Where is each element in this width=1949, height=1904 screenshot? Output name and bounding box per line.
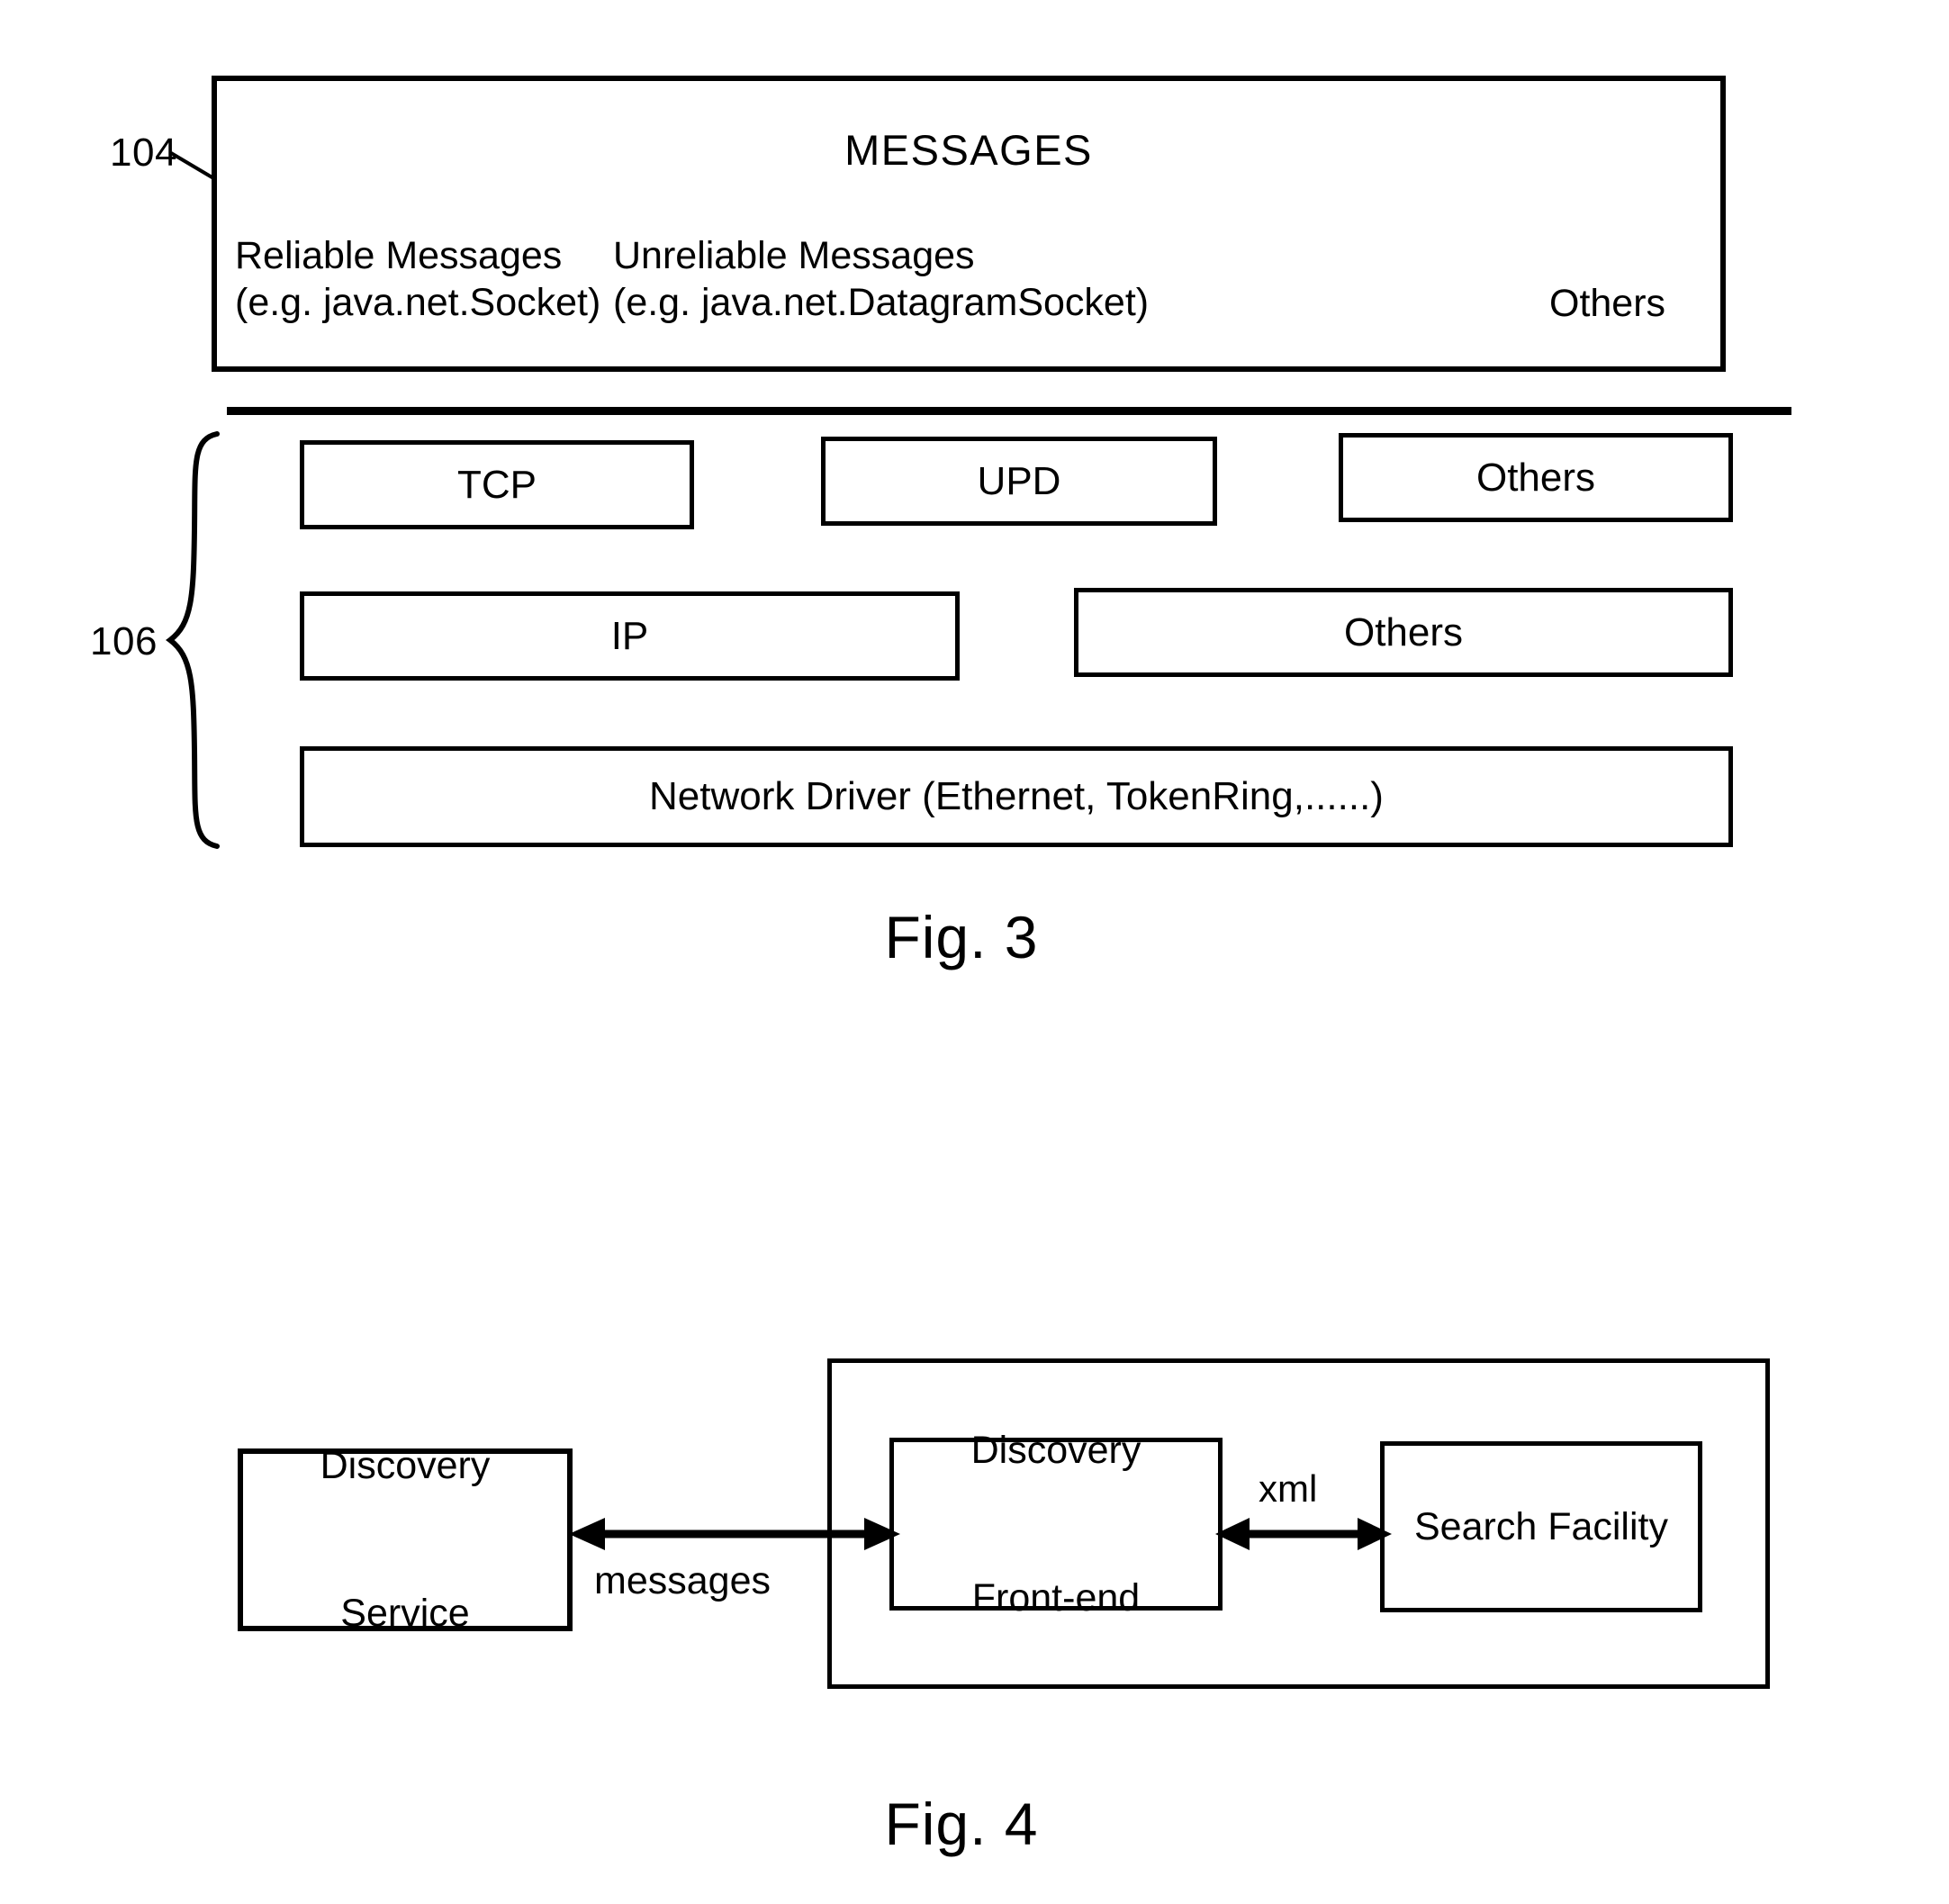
protocol-box-others-network-label: Others — [1343, 609, 1464, 654]
protocol-box-ip: IP — [300, 591, 960, 681]
layer-divider-line — [227, 407, 1791, 415]
others-messages-column: Others — [1549, 280, 1665, 327]
protocol-box-udp-label: UPD — [977, 458, 1061, 503]
xml-arrow — [1215, 1518, 1392, 1550]
discovery-service-label: Discovery Service — [320, 1343, 491, 1737]
protocol-box-others-network: Others — [1074, 588, 1733, 677]
protocol-box-network-driver: Network Driver (Ethernet, TokenRing,....… — [300, 746, 1733, 847]
search-facility-label: Search Facility — [1414, 1504, 1668, 1548]
reliable-messages-label: Reliable Messages — [235, 234, 563, 277]
discovery-front-end-label-line2: Front-end — [971, 1575, 1141, 1620]
protocol-box-tcp-label: TCP — [457, 462, 537, 507]
reference-numeral-106: 106 — [90, 619, 158, 663]
discovery-front-end-box: Discovery Front-end — [889, 1429, 1223, 1620]
discovery-service-label-line2: Service — [340, 1592, 470, 1636]
xml-arrow-label: xml — [1259, 1467, 1318, 1510]
protocol-box-udp: UPD — [821, 437, 1217, 526]
reliable-messages-column: Reliable Messages (e.g. java.net.Socket) — [235, 232, 600, 327]
discovery-front-end-label: Discovery Front-end — [971, 1328, 1141, 1721]
others-messages-label: Others — [1549, 282, 1666, 325]
protocol-box-network-driver-label: Network Driver (Ethernet, TokenRing,....… — [649, 774, 1384, 819]
messages-arrow-label: messages — [594, 1559, 771, 1602]
messages-arrow — [569, 1518, 900, 1550]
unreliable-messages-example: (e.g. java.net.DatagramSocket) — [613, 281, 1150, 325]
discovery-service-box: Discovery Service — [238, 1444, 573, 1635]
curly-brace-106 — [166, 431, 220, 849]
unreliable-messages-label: Unreliable Messages — [613, 234, 975, 277]
figure-3-caption: Fig. 3 — [884, 904, 1039, 970]
protocol-box-others-transport-label: Others — [1475, 455, 1596, 500]
reliable-messages-example: (e.g. java.net.Socket) — [235, 281, 601, 325]
search-facility-box: Search Facility — [1380, 1441, 1702, 1612]
unreliable-messages-column: Unreliable Messages (e.g. java.net.Datag… — [613, 232, 1149, 327]
reference-numeral-104: 104 — [110, 131, 177, 175]
messages-title: MESSAGES — [844, 126, 1093, 174]
protocol-box-others-transport: Others — [1339, 433, 1733, 522]
messages-layer-box: MESSAGES Reliable Messages (e.g. java.ne… — [212, 76, 1726, 372]
protocol-box-ip-label: IP — [610, 613, 649, 658]
figure-4-caption: Fig. 4 — [884, 1791, 1039, 1857]
discovery-service-label-line1: Discovery — [320, 1444, 491, 1488]
discovery-front-end-label-line1: Discovery — [970, 1428, 1141, 1472]
protocol-box-tcp: TCP — [300, 440, 694, 529]
patent-figure-sheet: 104 MESSAGES Reliable Messages (e.g. jav… — [0, 0, 1949, 1904]
